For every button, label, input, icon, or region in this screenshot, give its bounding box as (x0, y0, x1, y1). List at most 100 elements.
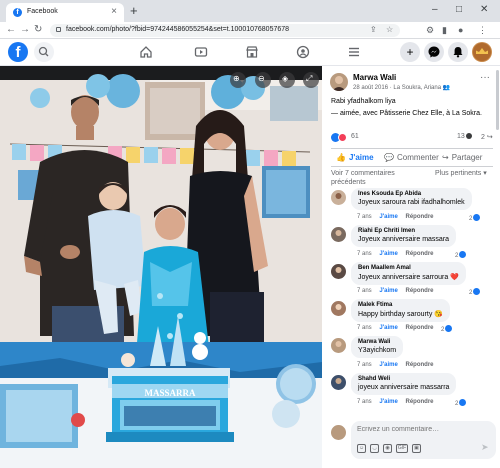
panel-scrollbar[interactable] (496, 70, 499, 130)
share-icon: ↪ (442, 153, 449, 162)
author-avatar[interactable] (330, 73, 348, 91)
comment-age: 7 ans (357, 325, 372, 331)
commenter-name[interactable]: Ben Maallem Amal (358, 265, 459, 271)
commenter-avatar[interactable] (331, 301, 346, 316)
like-button[interactable]: 👍 J'aime (336, 153, 374, 165)
comment-like-button[interactable]: J'aime (379, 362, 397, 368)
commenter-name[interactable]: Malek Ftima (358, 302, 443, 308)
view-previous-comments[interactable]: Voir 7 commentaires précédents (331, 169, 431, 187)
nav-video[interactable] (193, 44, 209, 60)
comment-count[interactable]: 13 (457, 133, 472, 140)
comment-like-button[interactable]: J'aime (379, 251, 397, 257)
side-panel-icon[interactable]: ▮ (442, 24, 447, 36)
cake-inscription: MASSARRA (144, 388, 196, 398)
reload-icon[interactable]: ↻ (34, 23, 42, 37)
nav-groups[interactable] (295, 44, 311, 60)
send-icon[interactable]: ➤ (481, 442, 489, 453)
commenter-avatar[interactable] (331, 264, 346, 279)
comment-reply-button[interactable]: Répondre (405, 288, 433, 294)
nav-home[interactable] (138, 44, 154, 60)
maximize-button[interactable]: □ (456, 4, 462, 16)
comment-like-button[interactable]: J'aime (379, 399, 397, 405)
notifications-button[interactable] (448, 42, 468, 62)
comment-composer: ☺ ◡ ◉ GIF ▣ ➤ (331, 421, 496, 461)
minimize-button[interactable]: – (432, 4, 438, 16)
bell-icon (453, 47, 463, 58)
commenter-avatar[interactable] (331, 375, 346, 390)
extensions-icon[interactable]: ⚙ (426, 24, 434, 36)
sticker-icon[interactable]: ☺ (357, 444, 366, 453)
groups-icon (296, 45, 310, 59)
create-button[interactable]: + (400, 42, 420, 62)
comment-like-button[interactable]: J'aime (379, 214, 397, 220)
comment-bubble: Ines Ksouda Ep Abida Joyeux saroura rabi… (351, 188, 472, 210)
comment-reactions[interactable]: 2 (441, 325, 453, 333)
camera-icon[interactable]: ◉ (383, 444, 392, 453)
divider (331, 166, 493, 167)
comment-text: Joyeux anniversaire sarroura ❤️ (358, 274, 459, 281)
comment-like-button[interactable]: J'aime (379, 288, 397, 294)
nav-menu[interactable] (346, 44, 362, 60)
nav-marketplace[interactable] (244, 44, 260, 60)
facebook-logo[interactable]: f (8, 42, 28, 62)
back-arrow-icon[interactable]: ← (6, 23, 16, 37)
profile-avatar-icon[interactable]: ● (458, 24, 463, 36)
fullscreen-icon[interactable]: ⤢ (306, 74, 312, 84)
zoom-out-icon[interactable]: ⊖ (258, 74, 265, 83)
comment-reactions[interactable]: 2 (469, 288, 481, 296)
commenter-name[interactable]: Riahi Ep Chriti Imen (358, 228, 449, 234)
share-button[interactable]: ↪ Partager (442, 153, 482, 165)
post-author[interactable]: Marwa Wali (353, 73, 396, 82)
commenter-avatar[interactable] (331, 338, 346, 353)
comment-reply-button[interactable]: Répondre (405, 251, 433, 257)
birthday-photo: MASSARRA (0, 66, 322, 468)
commenter-name[interactable]: Marwa Wali (358, 339, 396, 345)
comment-like-button[interactable]: J'aime (379, 325, 397, 331)
like-reaction-icon (473, 214, 481, 221)
comment-age: 7 ans (357, 362, 372, 368)
comment-actions: 7 ans J'aime Répondre (357, 399, 434, 405)
account-button[interactable] (472, 42, 492, 62)
commenter-avatar[interactable] (331, 190, 346, 205)
emoji-icon[interactable]: ◡ (370, 444, 379, 453)
close-window-button[interactable]: ✕ (480, 4, 488, 16)
commenter-name[interactable]: Shahd Weli (358, 376, 449, 382)
post-caption: Rabi yfadhalkom liya (331, 98, 396, 105)
share-count[interactable]: 2 ↪ (481, 133, 493, 141)
comment-button[interactable]: 💬 Commenter (384, 153, 439, 165)
comment-reply-button[interactable]: Répondre (405, 399, 433, 405)
share-page-icon[interactable]: ⇪ (370, 25, 377, 34)
current-user-avatar[interactable] (331, 425, 346, 440)
tag-icon[interactable]: ◈ (282, 74, 288, 83)
facebook-header: f + (0, 39, 500, 66)
url-field[interactable]: facebook.com/photo/?fbid=974244586055254… (50, 24, 400, 37)
video-icon (194, 47, 208, 57)
comment-reactions[interactable]: 2 (469, 214, 481, 222)
commenter-name[interactable]: Ines Ksouda Ep Abida (358, 191, 465, 197)
zoom-in-icon[interactable]: ⊕ (233, 74, 240, 83)
comment-reply-button[interactable]: Répondre (405, 214, 433, 220)
comment-box[interactable]: ☺ ◡ ◉ GIF ▣ ➤ (351, 421, 496, 459)
comment-reactions[interactable]: 2 (455, 399, 467, 407)
post-options-button[interactable]: ··· (480, 72, 490, 83)
bookmark-star-icon[interactable]: ☆ (386, 25, 393, 34)
comment-reactions[interactable]: 2 (455, 251, 467, 259)
comment-reply-button[interactable]: Répondre (405, 362, 433, 368)
reactions-summary[interactable]: 61 13 2 ↪ (331, 132, 496, 144)
forward-arrow-icon[interactable]: → (20, 23, 30, 37)
avatar-sticker-icon[interactable]: ▣ (412, 444, 421, 453)
comment-reply-button[interactable]: Répondre (405, 325, 433, 331)
new-tab-button[interactable]: + (130, 4, 138, 17)
comment-sort-button[interactable]: Plus pertinents ▾ (435, 169, 495, 178)
commenter-avatar[interactable] (331, 227, 346, 242)
messenger-button[interactable] (424, 42, 444, 62)
comment-input[interactable] (357, 426, 487, 433)
tab-close-button[interactable]: × (111, 6, 117, 17)
menu-icon (349, 47, 359, 57)
comment-text: joyeux anniversaire massarra (358, 384, 450, 391)
search-button[interactable] (34, 42, 54, 62)
browser-menu-icon[interactable]: ⋮ (478, 24, 487, 36)
browser-tab[interactable]: f Facebook × (6, 3, 124, 22)
photo-viewer[interactable]: MASSARRA ⊕ ⊖ ◈ ⤢ (0, 66, 322, 468)
gif-icon[interactable]: GIF (396, 444, 408, 453)
